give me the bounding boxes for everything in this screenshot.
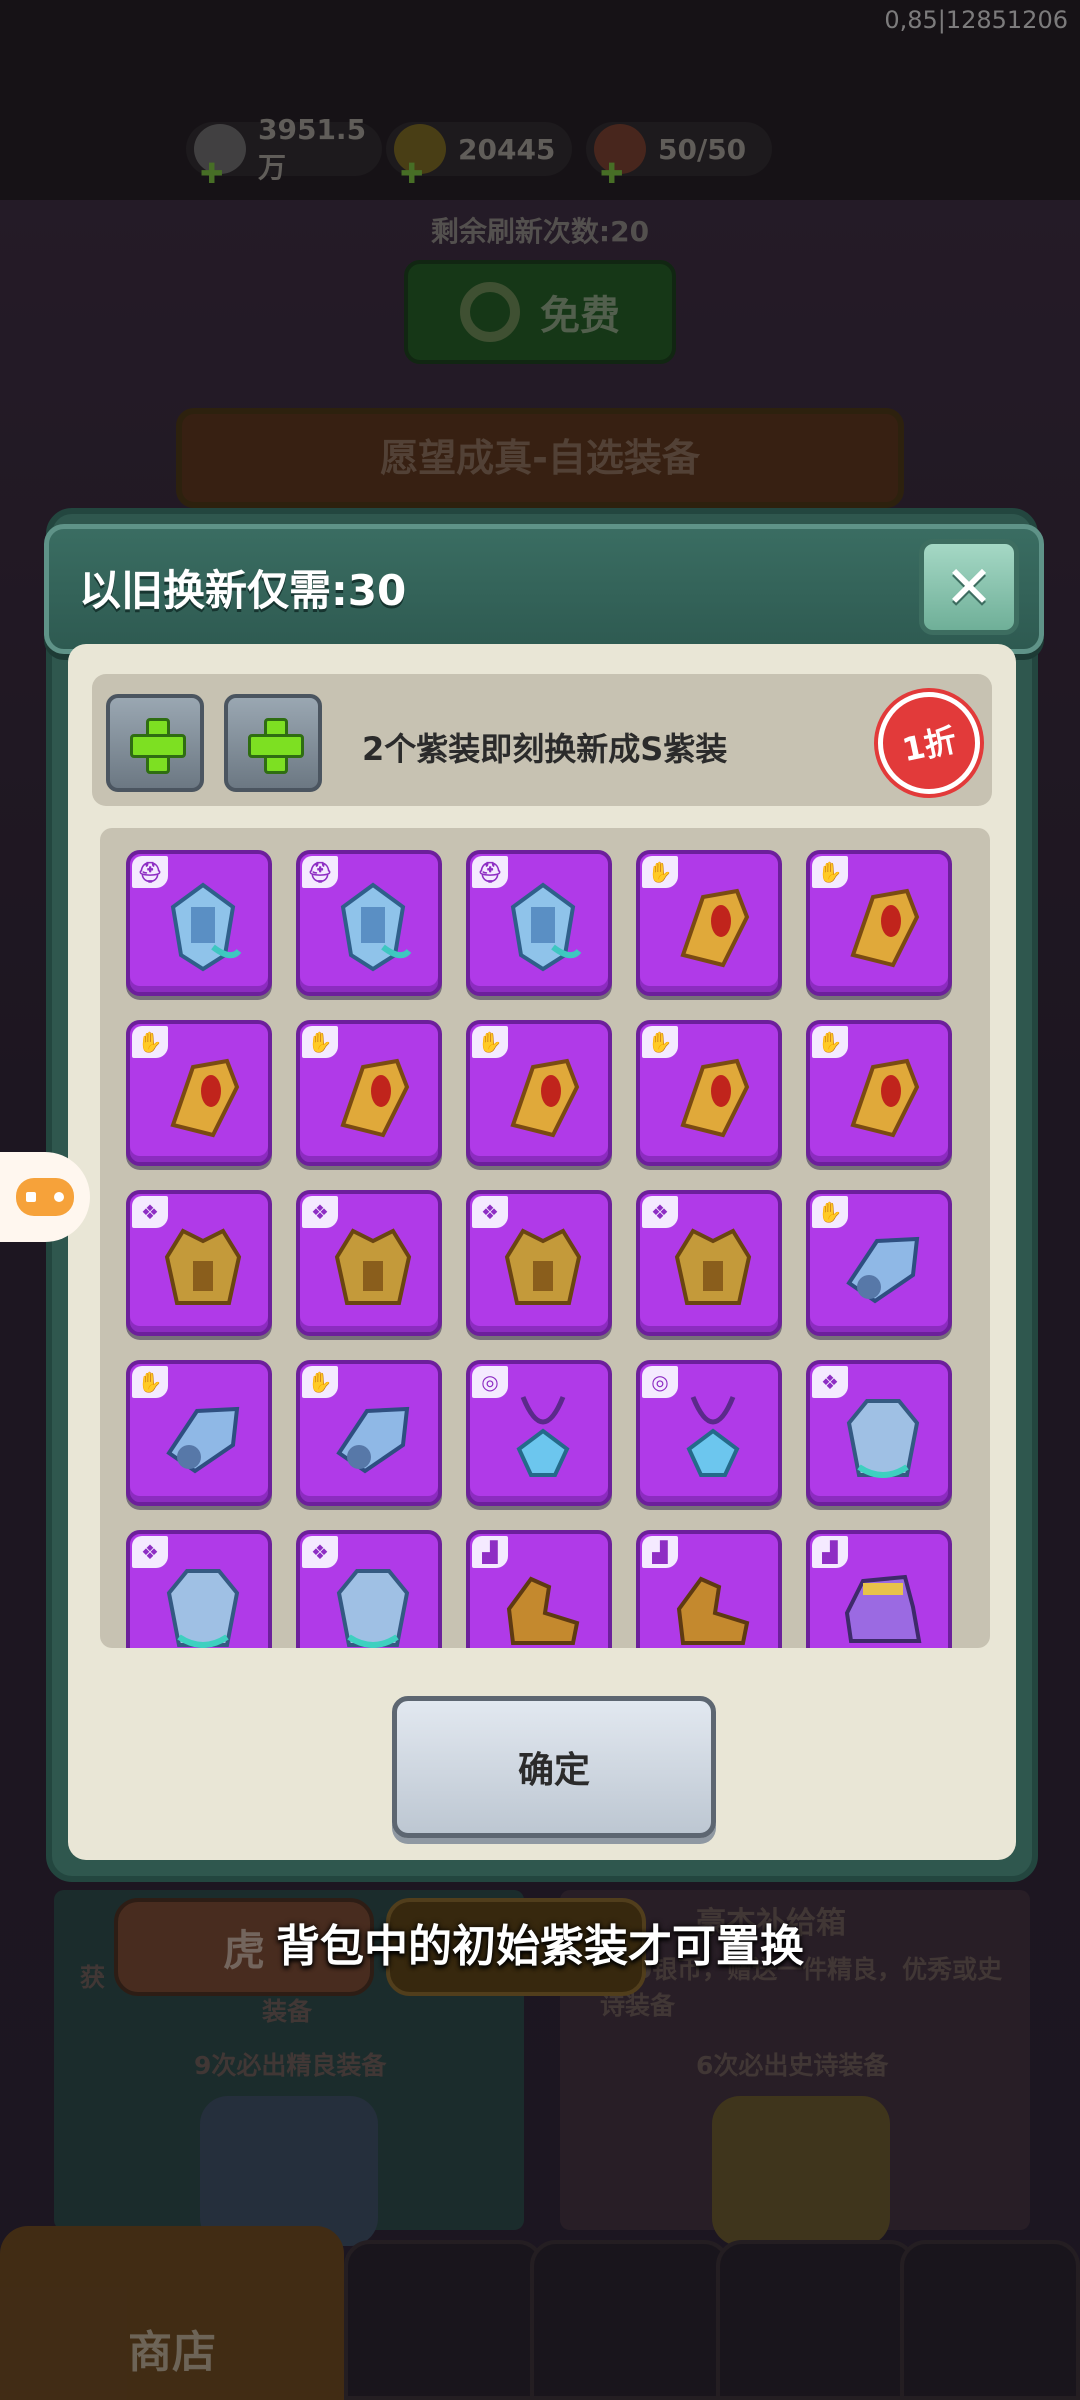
equipment-grid: ⛑ ⛑ ⛑ ✋ ✋ ✋ ✋ ✋ ✋ ✋ ❖ ❖ ❖ ❖ ✋ ✋ ✋ ◎ ◎ ❖ ❖ ❖ ▟ ▟ ▟ — [126, 850, 952, 1648]
blue-armor-icon — [846, 1399, 920, 1478]
golden-boots-icon — [506, 1576, 580, 1645]
blue-armor-icon — [166, 1569, 240, 1648]
blue-necklace-icon — [686, 1396, 740, 1477]
golden-gauntlet-icon — [680, 888, 750, 968]
blue-mech-helmet-icon — [340, 882, 412, 972]
material-slot-2[interactable] — [224, 694, 322, 792]
equipment-item[interactable]: ⛑ — [296, 850, 442, 996]
modal-title: 以旧换新仅需:30 — [79, 566, 407, 615]
confirm-label: 确定 — [517, 1750, 590, 1791]
equipment-item[interactable]: ❖ — [806, 1360, 952, 1506]
equipment-item[interactable]: ❖ — [296, 1190, 442, 1336]
equipment-item[interactable]: ✋ — [806, 1190, 952, 1336]
equipment-item[interactable]: ✋ — [296, 1020, 442, 1166]
close-button[interactable]: ✕ — [919, 539, 1019, 635]
equipment-item[interactable]: ▟ — [636, 1530, 782, 1648]
equipment-item[interactable]: ⛑ — [126, 850, 272, 996]
equipment-item[interactable]: ⛑ — [466, 850, 612, 996]
trade-in-modal: 以旧换新仅需:30 ✕ 2个紫装即刻换新成S紫装 1折 ⛑ ⛑ ⛑ ✋ ✋ ✋ ✋ ✋ ✋ ✋ ❖ ❖… — [44, 508, 1044, 1882]
exchange-row: 2个紫装即刻换新成S紫装 1折 — [92, 674, 992, 806]
equipment-item[interactable]: ✋ — [806, 850, 952, 996]
golden-armor-icon — [504, 1228, 582, 1305]
equipment-item[interactable]: ✋ — [126, 1360, 272, 1506]
equipment-item[interactable]: ❖ — [126, 1530, 272, 1648]
golden-armor-icon — [334, 1228, 412, 1305]
close-icon: ✕ — [944, 553, 994, 621]
golden-gauntlet-icon — [510, 1058, 580, 1138]
equipment-item[interactable]: ✋ — [126, 1020, 272, 1166]
equipment-item[interactable]: ✋ — [466, 1020, 612, 1166]
golden-gauntlet-icon — [340, 1058, 410, 1138]
game-assistant-button[interactable] — [0, 1152, 90, 1242]
equipment-item[interactable]: ✋ — [636, 1020, 782, 1166]
confirm-button[interactable]: 确定 — [392, 1696, 716, 1838]
equipment-item[interactable]: ❖ — [296, 1530, 442, 1648]
blue-gauntlet-icon — [336, 1406, 410, 1474]
blue-gauntlet-icon — [166, 1406, 240, 1474]
golden-armor-icon — [674, 1228, 752, 1305]
blue-necklace-icon — [516, 1396, 570, 1477]
equipment-item[interactable]: ◎ — [636, 1360, 782, 1506]
equipment-item[interactable]: ✋ — [296, 1360, 442, 1506]
equipment-item[interactable]: ▟ — [466, 1530, 612, 1648]
equipment-item[interactable]: ❖ — [126, 1190, 272, 1336]
add-plus-icon — [130, 718, 186, 774]
exchange-description: 2个紫装即刻换新成S紫装 — [362, 730, 728, 768]
golden-gauntlet-icon — [170, 1058, 240, 1138]
equipment-item[interactable]: ❖ — [466, 1190, 612, 1336]
discount-badge: 1折 — [868, 682, 990, 804]
gamepad-icon — [16, 1178, 74, 1216]
toast-message: 背包中的初始紫装才可置换 — [276, 1921, 804, 1972]
equipment-item[interactable]: ❖ — [636, 1190, 782, 1336]
equipment-item[interactable]: ✋ — [636, 850, 782, 996]
equipment-item[interactable]: ◎ — [466, 1360, 612, 1506]
equipment-item[interactable]: ✋ — [806, 1020, 952, 1166]
equipment-list[interactable]: ⛑ ⛑ ⛑ ✋ ✋ ✋ ✋ ✋ ✋ ✋ ❖ ❖ ❖ ❖ ✋ ✋ ✋ ◎ ◎ ❖ ❖ ❖ ▟ ▟ ▟ — [100, 828, 990, 1648]
add-plus-icon — [248, 718, 304, 774]
golden-gauntlet-icon — [850, 888, 920, 968]
golden-armor-icon — [164, 1228, 242, 1305]
equipment-item[interactable]: ▟ — [806, 1530, 952, 1648]
blue-gauntlet-icon — [846, 1236, 920, 1304]
blue-armor-icon — [336, 1569, 410, 1648]
golden-boots-icon — [676, 1576, 750, 1645]
material-slot-1[interactable] — [106, 694, 204, 792]
purple-boots-icon — [844, 1574, 922, 1643]
golden-gauntlet-icon — [850, 1058, 920, 1138]
modal-header: 以旧换新仅需:30 ✕ — [44, 524, 1044, 654]
blue-mech-helmet-icon — [170, 882, 242, 972]
blue-mech-helmet-icon — [510, 882, 582, 972]
golden-gauntlet-icon — [680, 1058, 750, 1138]
